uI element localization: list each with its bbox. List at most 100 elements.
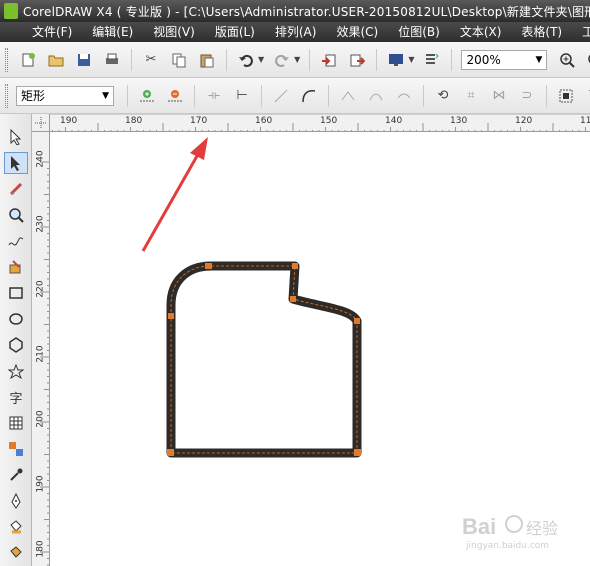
join-nodes-icon[interactable]: ⟛ <box>203 85 225 107</box>
object-type-select[interactable]: 矩形 ▼ <box>16 85 114 106</box>
ruler-label: 190 <box>60 116 78 126</box>
vertical-ruler[interactable]: 240 230 220 210 200 190 180 <box>32 132 50 566</box>
add-node-icon[interactable] <box>136 85 158 107</box>
outline-pen-tool-icon[interactable] <box>4 490 28 512</box>
watermark-brand: Bai <box>462 514 496 539</box>
table-tool-icon[interactable] <box>4 412 28 434</box>
import-icon[interactable] <box>318 49 340 71</box>
window-title: CorelDRAW X4 ( 专业版 ) - [C:\Users\Adminis… <box>23 4 590 19</box>
menu-text[interactable]: 文本(X) <box>450 22 512 42</box>
eyedropper-tool-icon[interactable] <box>4 464 28 486</box>
horizontal-ruler[interactable]: 190 180 170 160 150 140 130 120 110 <box>32 114 590 132</box>
ruler-label: 130 <box>450 116 468 126</box>
chevron-down-icon: ▼ <box>535 54 543 65</box>
toolbar-grip[interactable] <box>5 83 8 108</box>
ruler-label: 150 <box>320 116 338 126</box>
menu-bitmaps[interactable]: 位图(B) <box>388 22 450 42</box>
undo-dropdown-icon[interactable]: ▼ <box>258 55 264 64</box>
stretch-nodes-icon[interactable] <box>555 85 577 107</box>
drawing-canvas[interactable] <box>51 133 590 566</box>
title-bar: CorelDRAW X4 ( 专业版 ) - [C:\Users\Adminis… <box>0 0 590 22</box>
zoom-in-icon[interactable] <box>556 49 578 71</box>
welcome-screen-icon[interactable] <box>421 49 443 71</box>
symmetrical-node-icon[interactable] <box>393 85 415 107</box>
ruler-label: 140 <box>385 116 403 126</box>
ruler-label: 190 <box>35 475 46 493</box>
polygon-tool-icon[interactable] <box>4 334 28 356</box>
export-icon[interactable] <box>346 49 368 71</box>
toolbar-separator <box>261 84 262 107</box>
undo-icon[interactable] <box>235 49 257 71</box>
toolbar-separator <box>546 84 547 107</box>
ruler-label: 160 <box>255 116 273 126</box>
smooth-node-icon[interactable] <box>365 85 387 107</box>
copy-icon[interactable] <box>168 49 190 71</box>
menu-tools[interactable]: 工具 <box>572 22 590 42</box>
reverse-direction-icon[interactable]: ⟲ <box>432 85 454 107</box>
cusp-node-icon[interactable] <box>337 85 359 107</box>
extract-subpath-icon[interactable]: ⋈ <box>488 85 510 107</box>
redo-icon[interactable] <box>271 49 293 71</box>
rectangle-tool-icon[interactable] <box>4 282 28 304</box>
chevron-down-icon: ▼ <box>102 90 109 101</box>
application-launcher-icon[interactable] <box>385 49 407 71</box>
paw-icon <box>505 515 523 533</box>
object-type-value: 矩形 <box>21 89 46 103</box>
shape-node[interactable] <box>167 449 174 456</box>
basic-shapes-tool-icon[interactable] <box>4 360 28 382</box>
menu-edit[interactable]: 编辑(E) <box>82 22 143 42</box>
shape-node[interactable] <box>168 313 174 319</box>
menu-file[interactable]: 文件(F) <box>0 22 82 42</box>
break-curve-icon[interactable]: ⊢ <box>231 85 253 107</box>
toolbar-separator <box>226 48 227 71</box>
pick-tool-icon[interactable] <box>4 126 28 148</box>
shape-node[interactable] <box>292 263 298 269</box>
freehand-tool-icon[interactable] <box>4 230 28 252</box>
save-icon[interactable] <box>73 49 95 71</box>
menu-view[interactable]: 视图(V) <box>143 22 205 42</box>
ellipse-tool-icon[interactable] <box>4 308 28 330</box>
rotate-nodes-icon[interactable]: ↻ <box>583 85 590 107</box>
convert-to-line-icon[interactable] <box>270 85 292 107</box>
zoom-tool-icon[interactable] <box>4 204 28 226</box>
ruler-label: 230 <box>35 215 46 233</box>
paste-icon[interactable] <box>196 49 218 71</box>
watermark-url: jingyan.baidu.com <box>465 541 549 551</box>
zoom-out-icon[interactable] <box>584 49 590 71</box>
toolbox: 字 <box>0 114 32 566</box>
print-icon[interactable] <box>101 49 123 71</box>
toolbar-grip[interactable] <box>5 47 8 72</box>
cut-icon[interactable]: ✂ <box>140 49 162 71</box>
open-folder-icon[interactable] <box>45 49 67 71</box>
interactive-fill-tool-icon[interactable] <box>4 542 28 564</box>
interactive-blend-tool-icon[interactable] <box>4 438 28 460</box>
shape-node[interactable] <box>354 449 361 456</box>
launcher-dropdown-icon[interactable]: ▼ <box>408 55 414 64</box>
new-document-icon[interactable] <box>17 49 39 71</box>
auto-close-icon[interactable]: ⊃ <box>516 85 538 107</box>
text-tool-icon[interactable]: 字 <box>4 386 28 408</box>
crop-tool-icon[interactable] <box>4 178 28 200</box>
toolbar-separator <box>328 84 329 107</box>
shape-node[interactable] <box>290 296 296 302</box>
extend-curve-icon[interactable]: ⌗ <box>460 85 482 107</box>
shape-node[interactable] <box>205 263 212 269</box>
curve-shape[interactable] <box>166 261 362 458</box>
annotation-arrow <box>141 137 208 252</box>
menu-arrange[interactable]: 排列(A) <box>265 22 327 42</box>
menu-table[interactable]: 表格(T) <box>511 22 572 42</box>
convert-to-curve-icon[interactable] <box>298 85 320 107</box>
zoom-level-select[interactable]: 200% ▼ <box>461 49 548 70</box>
menu-effects[interactable]: 效果(C) <box>326 22 388 42</box>
ruler-label: 170 <box>190 116 208 126</box>
redo-dropdown-icon[interactable]: ▼ <box>294 55 300 64</box>
toolbar-separator <box>194 84 195 107</box>
shape-node[interactable] <box>354 318 360 324</box>
fill-tool-icon[interactable] <box>4 516 28 538</box>
menu-layout[interactable]: 版面(L) <box>205 22 265 42</box>
shape-tool-icon[interactable] <box>4 152 28 174</box>
delete-node-icon[interactable] <box>164 85 186 107</box>
toolbar-separator <box>451 48 453 71</box>
smart-fill-tool-icon[interactable] <box>4 256 28 278</box>
ruler-origin[interactable] <box>32 114 50 132</box>
